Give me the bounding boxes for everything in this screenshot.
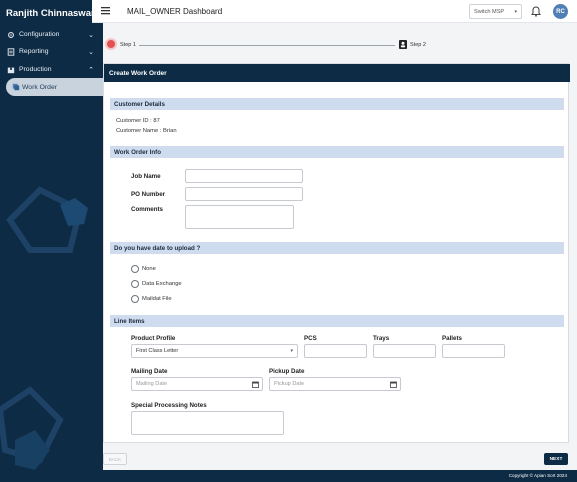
job-name-label: Job Name: [131, 173, 161, 180]
next-button[interactable]: NEXT: [544, 453, 568, 465]
product-profile-select[interactable]: First Class Letter ▾: [131, 344, 298, 358]
section-customer-details: Customer Details: [110, 98, 564, 110]
trays-input[interactable]: [373, 344, 436, 358]
card-title: Create Work Order: [104, 64, 570, 82]
copyright-text: Copyright © Apian Sort 2024: [508, 473, 567, 478]
comments-label: Comments: [131, 206, 163, 213]
pickup-date-placeholder: Pickup Date: [274, 381, 305, 387]
special-notes-textarea[interactable]: [131, 411, 284, 435]
chevron-down-icon: ⌄: [88, 48, 94, 56]
sidebar-item-label: Reporting: [19, 48, 49, 55]
section-line-items: Line Items: [110, 315, 564, 327]
workorder-icon: [12, 83, 20, 91]
pickup-date-label: Pickup Date: [269, 368, 305, 375]
product-profile-label: Product Profile: [131, 335, 176, 342]
step1-indicator-icon: [105, 38, 117, 50]
page-title: MAIL_OWNER Dashboard: [127, 7, 223, 16]
section-work-order-info: Work Order Info: [110, 146, 564, 158]
step2-user-icon: [399, 40, 407, 49]
back-button[interactable]: BACK: [103, 453, 127, 465]
radio-none-label: None: [142, 266, 156, 272]
step2-label: Step 2: [410, 42, 426, 48]
radio-data-exchange[interactable]: [131, 280, 139, 288]
product-profile-value: First Class Letter: [136, 348, 179, 354]
radio-maildat-file-label: Maildat File: [142, 296, 172, 302]
footer: Copyright © Apian Sort 2024: [0, 470, 577, 482]
customer-id: Customer ID : 87: [116, 118, 160, 124]
sidebar-item-reporting[interactable]: Reporting ⌄: [0, 43, 103, 60]
pallets-input[interactable]: [442, 344, 505, 358]
hamburger-menu-icon[interactable]: [101, 6, 110, 15]
calendar-icon[interactable]: [252, 381, 259, 388]
radio-data-exchange-label: Data Exchange: [142, 281, 182, 287]
create-work-order-card: Create Work Order Customer Details Custo…: [103, 63, 570, 443]
special-notes-label: Special Processing Notes: [131, 402, 207, 409]
caret-down-icon: ▾: [514, 8, 517, 15]
bell-icon[interactable]: [531, 6, 541, 17]
report-icon: [7, 47, 15, 56]
top-header: MAIL_OWNER Dashboard Switch MSP ▾ RC: [92, 0, 577, 23]
stepper-line: [139, 45, 395, 46]
radio-none[interactable]: [131, 265, 139, 273]
gear-icon: [8, 31, 14, 38]
user-name: Ranjith Chinnaswamy: [6, 8, 103, 19]
mailing-date-label: Mailing Date: [131, 368, 168, 375]
po-number-input[interactable]: [185, 187, 303, 201]
trays-label: Trays: [373, 335, 390, 342]
comments-textarea[interactable]: [185, 205, 294, 229]
caret-down-icon: ▾: [290, 348, 293, 354]
chevron-down-icon: ⌄: [88, 31, 94, 39]
sidebar-item-label: Configuration: [19, 31, 60, 38]
switch-msp-select[interactable]: Switch MSP ▾: [469, 4, 522, 19]
po-number-label: PO Number: [131, 191, 166, 198]
avatar[interactable]: RC: [553, 4, 568, 19]
box-icon: [7, 67, 15, 73]
pcs-label: PCS: [304, 335, 317, 342]
mailing-date-placeholder: Mailing Date: [136, 381, 168, 387]
step1-label: Step 1: [120, 42, 136, 48]
pallets-label: Pallets: [442, 335, 462, 342]
section-upload: Do you have date to upload ?: [110, 242, 564, 254]
sidebar-item-production[interactable]: Production ⌃: [0, 61, 103, 78]
sidebar: Ranjith Chinnaswamy Configuration ⌄ Repo…: [0, 0, 103, 482]
job-name-input[interactable]: [185, 169, 303, 183]
sidebar-item-configuration[interactable]: Configuration ⌄: [0, 26, 103, 43]
mailing-date-input[interactable]: Mailing Date: [131, 377, 263, 391]
sidebar-item-label: Production: [19, 66, 52, 73]
calendar-icon[interactable]: [390, 381, 397, 388]
customer-name: Customer Name : Brian: [116, 128, 177, 134]
chevron-up-icon: ⌃: [88, 66, 94, 74]
switch-msp-placeholder: Switch MSP: [474, 8, 505, 15]
pcs-input[interactable]: [304, 344, 367, 358]
sidebar-sub-item-label: Work Order: [22, 83, 57, 91]
sidebar-decoration: [0, 186, 88, 470]
radio-maildat-file[interactable]: [131, 295, 139, 303]
pickup-date-input[interactable]: Pickup Date: [269, 377, 401, 391]
